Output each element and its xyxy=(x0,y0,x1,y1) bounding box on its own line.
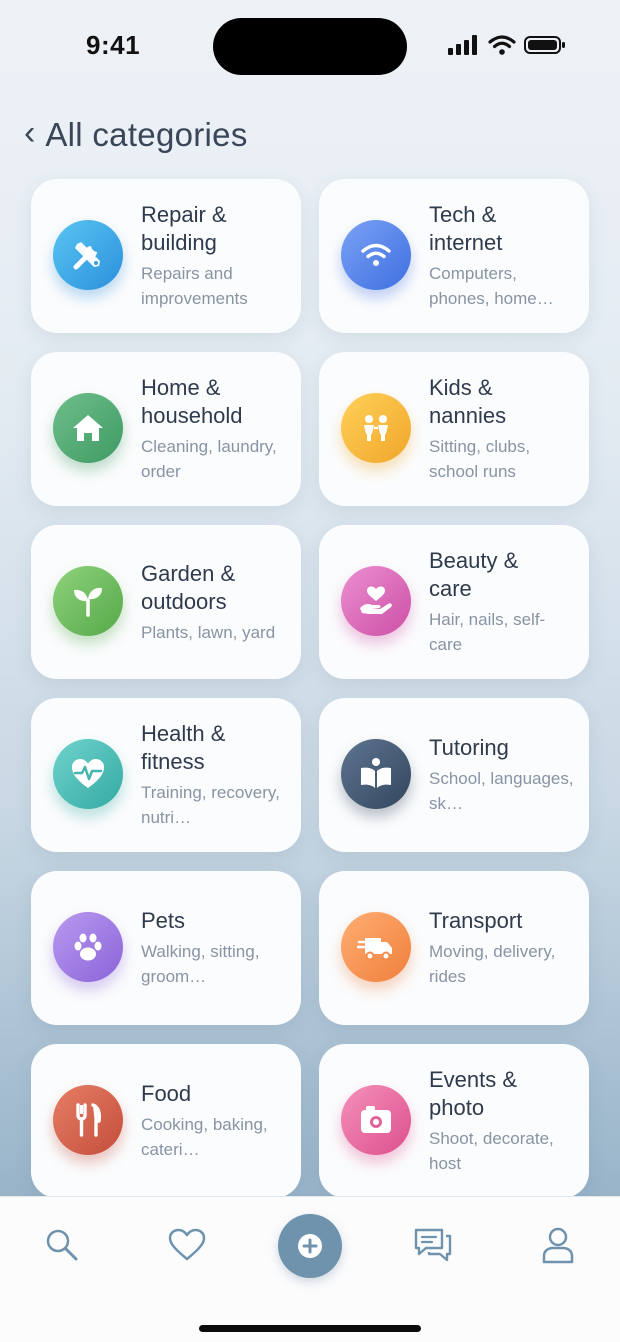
wifi-status-icon xyxy=(488,35,516,55)
category-grid: Repair & building Repairs and improvement… xyxy=(31,179,589,1198)
category-subtitle: Moving, delivery, rides xyxy=(429,942,556,986)
heartbeat-icon xyxy=(72,759,104,788)
category-title: Repair & building xyxy=(141,202,227,255)
category-card[interactable]: Repair & building Repairs and improvement… xyxy=(31,179,301,333)
category-subtitle: School, languages, sk… xyxy=(429,769,574,813)
category-title: Events & photo xyxy=(429,1067,518,1120)
tab-profile[interactable] xyxy=(538,1225,578,1265)
category-card[interactable]: Health & fitness Training, recovery, nutr… xyxy=(31,698,301,852)
tab-favorites[interactable] xyxy=(167,1225,207,1265)
category-text: Repair & building Repairs and improvement… xyxy=(141,179,287,333)
status-icons xyxy=(448,35,566,55)
category-card[interactable]: Events & photo Shoot, decorate, host xyxy=(319,1044,589,1198)
profile-icon xyxy=(542,1227,574,1264)
tab-bar xyxy=(0,1196,620,1342)
category-subtitle: Sitting, clubs, school runs xyxy=(429,437,531,481)
camera-icon xyxy=(361,1106,391,1133)
category-subtitle: Training, recovery, nutri… xyxy=(141,783,280,827)
home-indicator xyxy=(199,1325,421,1332)
category-icon-badge xyxy=(341,739,411,809)
category-icon-badge xyxy=(341,220,411,290)
battery-icon xyxy=(524,36,565,54)
category-subtitle: Walking, sitting, groom… xyxy=(141,942,260,986)
category-card[interactable]: Garden & outdoors Plants, lawn, yard xyxy=(31,525,301,679)
category-text: Kids & nannies Sitting, clubs, school run… xyxy=(429,352,575,506)
category-title: Food xyxy=(141,1081,192,1106)
category-icon-badge xyxy=(53,1085,123,1155)
tab-messages[interactable] xyxy=(413,1225,453,1265)
signal-icon xyxy=(448,35,477,55)
heart-icon xyxy=(168,1228,206,1261)
category-card[interactable]: Transport Moving, delivery, rides xyxy=(319,871,589,1025)
category-icon-badge xyxy=(53,393,123,463)
category-card[interactable]: Kids & nannies Sitting, clubs, school run… xyxy=(319,352,589,506)
category-title: Tech & internet xyxy=(429,202,503,255)
add-button[interactable] xyxy=(278,1214,342,1278)
category-card[interactable]: Tutoring School, languages, sk… xyxy=(319,698,589,852)
category-title: Pets xyxy=(141,908,186,933)
paw-icon xyxy=(74,933,102,961)
category-text: Garden & outdoors Plants, lawn, yard xyxy=(141,525,287,679)
category-card[interactable]: Beauty & care Hair, nails, self-care xyxy=(319,525,589,679)
category-title: Health & fitness xyxy=(141,721,226,774)
tools-icon xyxy=(73,242,100,270)
category-text: Transport Moving, delivery, rides xyxy=(429,871,575,1025)
page-title: All categories xyxy=(45,116,248,153)
category-subtitle: Shoot, decorate, host xyxy=(429,1129,554,1173)
truck-icon xyxy=(357,938,392,961)
back-button[interactable]: ‹ xyxy=(24,116,35,150)
category-icon-badge xyxy=(53,739,123,809)
heart-hand-icon xyxy=(360,586,392,614)
tab-search[interactable] xyxy=(42,1225,82,1265)
status-time: 9:41 xyxy=(86,30,141,60)
house-icon xyxy=(73,415,103,441)
cutlery-icon xyxy=(76,1103,102,1137)
category-text: Food Cooking, baking, cateri… xyxy=(141,1044,287,1198)
header: ‹ All categories xyxy=(24,116,248,154)
category-subtitle: Plants, lawn, yard xyxy=(141,622,276,642)
category-subtitle: Cleaning, laundry, order xyxy=(141,437,277,481)
category-card[interactable]: Home & household Cleaning, laundry, order xyxy=(31,352,301,506)
category-text: Health & fitness Training, recovery, nutr… xyxy=(141,698,287,852)
category-card[interactable]: Food Cooking, baking, cateri… xyxy=(31,1044,301,1198)
category-icon-badge xyxy=(53,912,123,982)
category-text: Home & household Cleaning, laundry, order xyxy=(141,352,287,506)
category-subtitle: Computers, phones, home… xyxy=(429,264,554,308)
category-text: Tech & internet Computers, phones, home… xyxy=(429,179,575,333)
category-subtitle: Hair, nails, self-care xyxy=(429,610,546,654)
status-bar: 9:41 xyxy=(0,0,620,90)
category-title: Transport xyxy=(429,908,523,933)
wifi-icon xyxy=(361,243,391,266)
category-icon-badge xyxy=(53,566,123,636)
category-icon-badge xyxy=(341,1085,411,1155)
category-text: Tutoring School, languages, sk… xyxy=(429,698,575,852)
dynamic-island xyxy=(213,18,407,75)
category-icon-badge xyxy=(341,912,411,982)
category-icon-badge xyxy=(341,566,411,636)
category-title: Tutoring xyxy=(429,735,509,760)
category-text: Events & photo Shoot, decorate, host xyxy=(429,1044,575,1198)
chat-icon xyxy=(414,1228,452,1262)
category-text: Beauty & care Hair, nails, self-care xyxy=(429,525,575,679)
category-text: Pets Walking, sitting, groom… xyxy=(141,871,287,1025)
plus-icon xyxy=(298,1234,322,1258)
category-icon-badge xyxy=(341,393,411,463)
category-icon-badge xyxy=(53,220,123,290)
category-title: Kids & nannies xyxy=(429,375,507,428)
kids-icon xyxy=(364,415,388,441)
category-card[interactable]: Pets Walking, sitting, groom… xyxy=(31,871,301,1025)
category-title: Garden & outdoors xyxy=(141,560,236,614)
search-icon xyxy=(46,1229,78,1261)
category-subtitle: Cooking, baking, cateri… xyxy=(141,1115,268,1159)
category-title: Home & household xyxy=(141,375,243,428)
book-icon xyxy=(361,758,391,788)
category-card[interactable]: Tech & internet Computers, phones, home… xyxy=(319,179,589,333)
sprout-icon xyxy=(74,587,102,617)
category-title: Beauty & care xyxy=(429,548,519,601)
category-subtitle: Repairs and improvements xyxy=(141,264,248,308)
